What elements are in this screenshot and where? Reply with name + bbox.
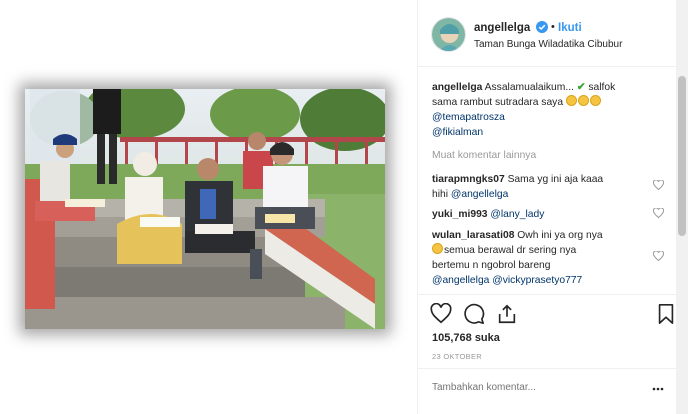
comment-icon[interactable] bbox=[463, 303, 485, 325]
comment-text-2: semua berawal dr sering nya bbox=[444, 245, 577, 256]
post-media-pane bbox=[0, 0, 415, 414]
comment-text: Sama yg ini aja kaaa bbox=[507, 174, 604, 185]
post-details-pane: angellelga • Ikuti Taman Bunga Wiladatik… bbox=[418, 0, 688, 414]
header-username[interactable]: angellelga bbox=[474, 22, 530, 34]
comment-text: Owh ini ya org nya bbox=[517, 230, 603, 241]
caption-username[interactable]: angellelga bbox=[432, 82, 482, 93]
likes-count[interactable]: 105,768 suka bbox=[432, 332, 500, 344]
post-photo-image bbox=[25, 89, 385, 329]
add-comment-box bbox=[418, 368, 688, 414]
more-options-icon[interactable] bbox=[652, 383, 664, 391]
post-actions: 105,768 suka 23 OKTOBER bbox=[418, 294, 688, 414]
comment-like-heart-icon[interactable] bbox=[652, 207, 665, 219]
comment-text-2: hihi bbox=[432, 189, 449, 200]
comment-username[interactable]: tiarapmngks07 bbox=[432, 174, 505, 185]
check-mark-emoji-icon: ✔ bbox=[576, 82, 586, 93]
post-header: angellelga • Ikuti Taman Bunga Wiladatik… bbox=[418, 0, 688, 67]
smile-emoji-icon bbox=[565, 95, 577, 106]
caption-mention-1[interactable]: @temapatrosza bbox=[432, 110, 672, 125]
laughing-emoji-icon bbox=[432, 243, 443, 254]
smile-emoji-icon bbox=[577, 95, 589, 106]
heart-icon[interactable] bbox=[430, 302, 452, 325]
caption-text-3: sama rambut sutradara saya bbox=[432, 97, 564, 108]
follow-button[interactable]: Ikuti bbox=[558, 22, 582, 34]
comment-text-3: bertemu n ngobrol bareng bbox=[432, 260, 551, 271]
location-link[interactable]: Taman Bunga Wiladatika Cibubur bbox=[474, 39, 622, 50]
add-comment-input[interactable] bbox=[432, 382, 652, 393]
comment-mention-2[interactable]: @vickyprasetyo777 bbox=[492, 275, 582, 286]
header-separator: • bbox=[551, 21, 555, 33]
caption-text-1: Assalamualaikum... bbox=[484, 82, 574, 93]
share-icon[interactable] bbox=[496, 303, 518, 325]
post-photo[interactable] bbox=[25, 89, 385, 329]
load-more-comments-link[interactable]: Muat komentar lainnya bbox=[432, 150, 536, 161]
comment-item: tiarapmngks07 Sama yg ini aja kaaa hihi … bbox=[432, 172, 647, 202]
caption-text-2: salfok bbox=[588, 82, 616, 93]
post-photo-frame bbox=[25, 89, 385, 329]
comment-mention[interactable]: @angellelga bbox=[432, 275, 489, 286]
caption: angellelga Assalamualaikum... ✔ salfok s… bbox=[432, 80, 672, 140]
comment-username[interactable]: wulan_larasati08 bbox=[432, 230, 514, 241]
comment-item: wulan_larasati08 Owh ini ya org nya semu… bbox=[432, 228, 647, 288]
comment-mention[interactable]: @lany_lady bbox=[490, 209, 544, 220]
post-date: 23 OKTOBER bbox=[432, 352, 482, 361]
verified-badge-icon bbox=[536, 21, 548, 33]
smile-emoji-icon bbox=[589, 95, 601, 106]
avatar[interactable] bbox=[431, 17, 466, 52]
caption-mention-2[interactable]: @fikialman bbox=[432, 125, 672, 140]
comment-username[interactable]: yuki_mi993 bbox=[432, 209, 488, 220]
bookmark-icon[interactable] bbox=[655, 303, 677, 325]
scrollbar-thumb[interactable] bbox=[678, 76, 686, 236]
comment-mention[interactable]: @angellelga bbox=[451, 189, 508, 200]
comment-like-heart-icon[interactable] bbox=[652, 179, 665, 191]
comment-like-heart-icon[interactable] bbox=[652, 250, 665, 262]
comment-item: yuki_mi993 @lany_lady bbox=[432, 207, 647, 222]
scrollbar[interactable] bbox=[676, 0, 688, 414]
avatar-image bbox=[432, 18, 465, 51]
